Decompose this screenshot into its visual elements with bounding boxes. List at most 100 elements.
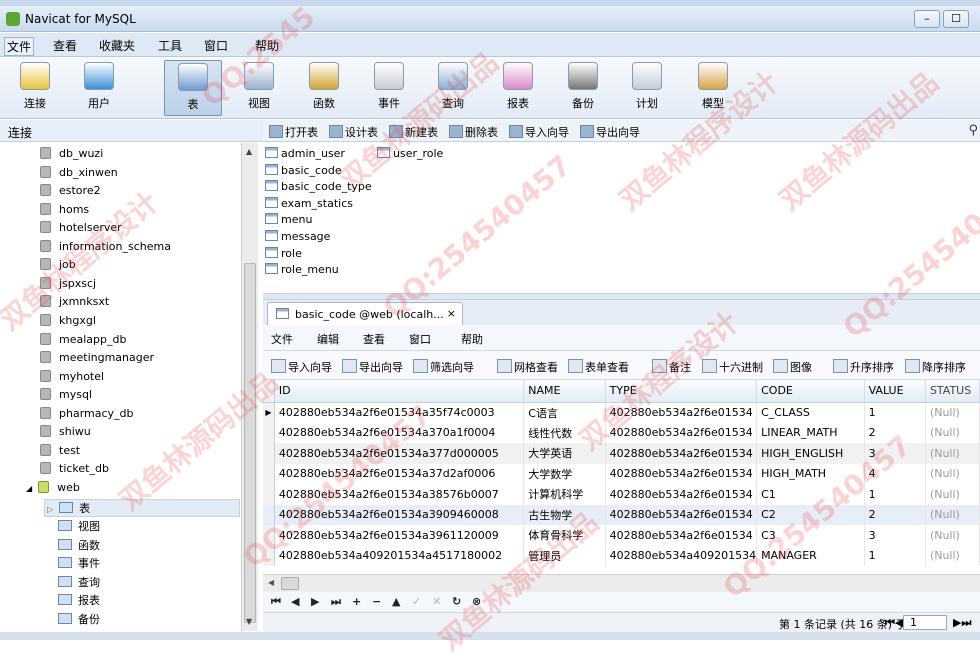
menu-window[interactable]: 窗口 xyxy=(202,37,230,54)
tree-db-pharmacy_db[interactable]: pharmacy_db xyxy=(40,406,134,420)
search-icon[interactable]: ⚲ xyxy=(968,123,978,138)
scroll-down-arrow-icon[interactable]: ▼ xyxy=(246,617,252,626)
tree-db-test[interactable]: test xyxy=(40,443,80,457)
delete-record-icon[interactable]: − xyxy=(372,595,381,608)
cell-status[interactable]: (Null) xyxy=(925,525,980,546)
submenu-file[interactable]: 文件 xyxy=(271,331,293,347)
cell-type[interactable]: 402880eb534a409201534 xyxy=(605,545,758,566)
cell-status[interactable]: (Null) xyxy=(925,504,980,525)
cell-code[interactable]: MANAGER xyxy=(756,545,865,566)
cell-code[interactable]: LINEAR_MATH xyxy=(756,422,865,443)
export-wizard-button[interactable]: 导出向导 xyxy=(342,359,403,375)
cell-code[interactable]: C_CLASS xyxy=(756,402,865,423)
cell-name[interactable]: C语言 xyxy=(523,402,606,423)
cell-id[interactable]: 402880eb534a2f6e01534a377d000005 xyxy=(274,443,525,464)
tree-scrollbar[interactable]: ▲ ▼ xyxy=(241,143,258,631)
tree-item-events[interactable]: 事件 xyxy=(58,555,100,571)
cell-id[interactable]: 402880eb534a2f6e01534a37d2af0006 xyxy=(274,463,525,484)
form-view-button[interactable]: 表单查看 xyxy=(568,359,629,375)
table-row[interactable]: ▶ 402880eb534a2f6e01534a35f74c0003 C语言 4028… xyxy=(263,402,980,423)
menu-file[interactable]: 文件 xyxy=(4,37,35,56)
grid-scrollbar-thumb[interactable] xyxy=(281,577,299,590)
menu-help[interactable]: 帮助 xyxy=(253,37,281,54)
image-button[interactable]: 图像 xyxy=(773,359,812,375)
column-header-value[interactable]: VALUE xyxy=(864,380,926,403)
column-header-code[interactable]: CODE xyxy=(756,380,865,403)
import-wizard-button[interactable]: 导入向导 xyxy=(271,359,332,375)
grid-horizontal-scrollbar[interactable]: ◀ xyxy=(263,574,980,592)
cell-value[interactable]: 1 xyxy=(864,484,926,505)
cell-status[interactable]: (Null) xyxy=(925,545,980,566)
column-header-name[interactable]: NAME xyxy=(523,380,606,403)
toolbar-model-button[interactable]: 模型 xyxy=(684,60,742,116)
table-row[interactable]: 402880eb534a2f6e01534a3961120009 体育骨科学 402… xyxy=(263,525,980,546)
toolbar-report-button[interactable]: 报表 xyxy=(489,60,547,116)
tree-item-functions[interactable]: 函数 xyxy=(58,537,100,553)
toolbar-connection-button[interactable]: 连接 xyxy=(6,60,64,116)
cell-type[interactable]: 402880eb534a2f6e01534 xyxy=(605,422,758,443)
tree-item-views[interactable]: 视图 xyxy=(58,518,100,534)
row-indicator-icon[interactable]: ▶ xyxy=(263,402,275,423)
tree-item-tables[interactable]: ▷ 表 xyxy=(44,499,240,518)
menu-favorites[interactable]: 收藏夹 xyxy=(97,37,137,54)
maximize-button[interactable]: ☐ xyxy=(943,10,969,28)
tree-scrollbar-thumb[interactable] xyxy=(244,263,256,623)
cell-id[interactable]: 402880eb534a2f6e01534a38576b0007 xyxy=(274,484,525,505)
submenu-window[interactable]: 窗口 xyxy=(409,331,431,347)
cell-name[interactable]: 体育骨科学 xyxy=(523,525,606,546)
panel-splitter[interactable] xyxy=(263,293,980,300)
tree-db-myhotel[interactable]: myhotel xyxy=(40,369,104,383)
tree-db-db_xinwen[interactable]: db_xinwen xyxy=(40,165,118,179)
table-item-role[interactable]: role xyxy=(265,246,302,260)
add-record-icon[interactable]: + xyxy=(352,595,361,608)
cell-type[interactable]: 402880eb534a2f6e01534 xyxy=(605,525,758,546)
toolbar-table-button[interactable]: 表 xyxy=(164,60,222,116)
up-icon[interactable]: ▲ xyxy=(392,595,400,608)
cell-name[interactable]: 管理员 xyxy=(523,545,606,566)
table-row[interactable]: 402880eb534a2f6e01534a37d2af0006 大学数学 4028… xyxy=(263,463,980,484)
tree-db-information_schema[interactable]: information_schema xyxy=(40,239,171,253)
scroll-left-arrow-icon[interactable]: ◀ xyxy=(268,578,274,587)
row-indicator[interactable] xyxy=(263,443,275,464)
cell-value[interactable]: 1 xyxy=(864,545,926,566)
cell-name[interactable]: 线性代数 xyxy=(523,422,606,443)
cell-name[interactable]: 大学英语 xyxy=(523,443,606,464)
cell-id[interactable]: 402880eb534a409201534a4517180002 xyxy=(274,545,525,566)
tab-basic-code[interactable]: basic_code @web (localh... × xyxy=(267,302,463,325)
menu-view[interactable]: 查看 xyxy=(51,37,79,54)
grid-view-button[interactable]: 网格查看 xyxy=(497,359,558,375)
row-indicator[interactable] xyxy=(263,484,275,505)
cell-code[interactable]: HIGH_ENGLISH xyxy=(756,443,865,464)
cell-code[interactable]: C2 xyxy=(756,504,865,525)
next-record-icon[interactable]: ▶ xyxy=(311,595,319,608)
tree-db-mysql[interactable]: mysql xyxy=(40,388,92,401)
cell-code[interactable]: HIGH_MATH xyxy=(756,463,865,484)
table-row[interactable]: 402880eb534a2f6e01534a3909460008 古生物学 4028… xyxy=(263,504,980,525)
hex-button[interactable]: 十六进制 xyxy=(702,359,763,375)
design-table-button[interactable]: 设计表 xyxy=(329,124,378,140)
tab-close-icon[interactable]: × xyxy=(447,307,456,320)
cell-code[interactable]: C3 xyxy=(756,525,865,546)
sort-descending-button[interactable]: 降序排序 xyxy=(905,359,966,375)
table-item-menu[interactable]: menu xyxy=(265,213,312,226)
collapse-arrow-icon[interactable]: ▷ xyxy=(47,505,53,514)
cell-status[interactable]: (Null) xyxy=(925,443,980,464)
tree-db-hotelserver[interactable]: hotelserver xyxy=(40,221,122,234)
column-header-type[interactable]: TYPE xyxy=(605,380,758,403)
scroll-up-arrow-icon[interactable]: ▲ xyxy=(246,147,252,156)
toolbar-backup-button[interactable]: 备份 xyxy=(554,60,612,116)
tree-db-jspxscj[interactable]: jspxscj xyxy=(40,276,96,290)
open-table-button[interactable]: 打开表 xyxy=(269,124,318,140)
cell-value[interactable]: 3 xyxy=(864,525,926,546)
cell-value[interactable]: 2 xyxy=(864,504,926,525)
table-item-basic_code[interactable]: basic_code xyxy=(265,163,342,177)
apply-icon[interactable]: ✓ xyxy=(412,595,421,608)
submenu-help[interactable]: 帮助 xyxy=(461,331,483,347)
tree-db-homs[interactable]: homs xyxy=(40,202,89,216)
cell-name[interactable]: 大学数学 xyxy=(523,463,606,484)
table-item-exam_statics[interactable]: exam_statics xyxy=(265,196,353,210)
minimize-button[interactable]: – xyxy=(914,10,940,28)
cancel-icon[interactable]: ✕ xyxy=(432,595,441,608)
cell-type[interactable]: 402880eb534a2f6e01534 xyxy=(605,504,758,525)
toolbar-user-button[interactable]: 用户 xyxy=(70,60,128,116)
